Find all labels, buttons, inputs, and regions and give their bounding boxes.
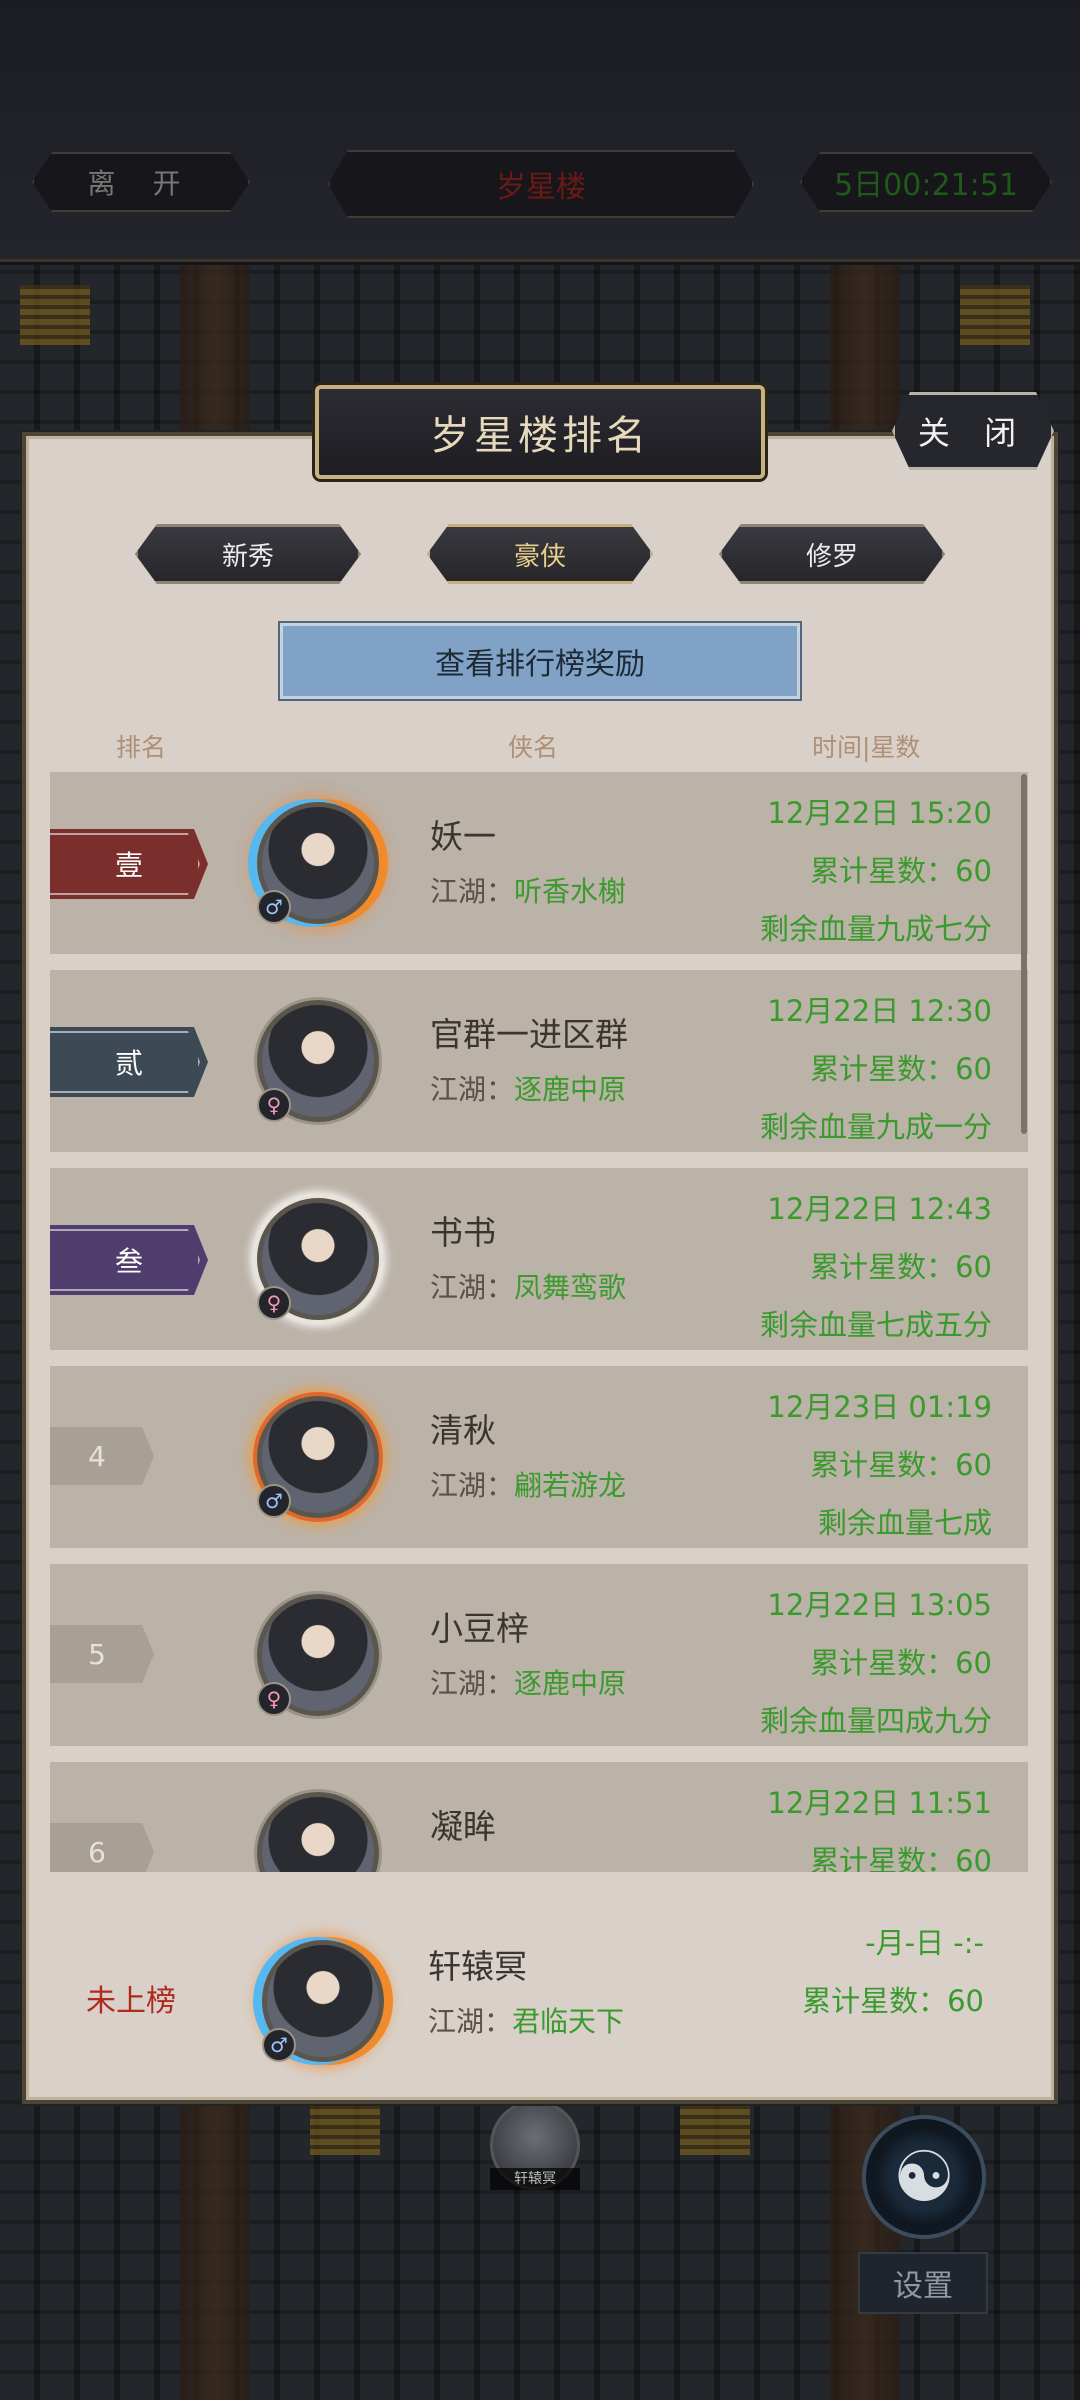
unranked-label: 未上榜 <box>86 1984 176 2019</box>
female-icon: ♀ <box>257 1088 291 1122</box>
list-scrollbar[interactable] <box>1021 774 1027 1134</box>
finish-time: 12月22日 13:05 <box>767 1588 992 1622</box>
remaining-hp: 剩余血量四成九分 <box>759 1704 992 1738</box>
leave-button[interactable]: 离 开 <box>32 152 250 212</box>
scene-window <box>310 2095 380 2155</box>
remaining-hp: 剩余血量九成一分 <box>759 1110 992 1144</box>
column-header-rank: 排名 <box>116 733 167 762</box>
finish-time: 12月23日 01:19 <box>767 1390 992 1424</box>
ranking-row[interactable]: 贰 ♀ 官群一进区群 江湖：逐鹿中原 12月22日 12:30 累计星数：60 … <box>50 970 1028 1152</box>
total-stars: 累计星数：60 <box>810 1052 992 1086</box>
finish-time: 12月22日 12:43 <box>767 1192 992 1226</box>
guild-name: 逐鹿中原 <box>514 1667 627 1700</box>
guild-name: 翩若游龙 <box>514 1469 627 1502</box>
guild-info: 江湖：翩若游龙 <box>430 1464 626 1504</box>
guild-info: 江湖：逐鹿中原 <box>430 1662 626 1702</box>
close-button[interactable]: 关 闭 <box>892 392 1054 470</box>
scene-window <box>20 285 90 345</box>
ranking-row[interactable]: 5 ♀ 小豆梓 江湖：逐鹿中原 12月22日 13:05 累计星数：60 剩余血… <box>50 1564 1028 1746</box>
ranking-row[interactable]: 叁 ♀ 书书 江湖：凤舞鸾歌 12月22日 12:43 累计星数：60 剩余血量… <box>50 1168 1028 1350</box>
player-name: 官群一进区群 <box>430 1015 628 1054</box>
ranking-row[interactable]: 4 ♂ 清秋 江湖：翩若游龙 12月23日 01:19 累计星数：60 剩余血量… <box>50 1366 1028 1548</box>
guild-info: 江湖：逐鹿中原 <box>430 1068 626 1108</box>
guild-info: 江湖：君临天下 <box>428 2000 624 2040</box>
location-title: 岁星楼 <box>328 150 754 218</box>
player-name: 凝眸 <box>430 1807 496 1846</box>
scene-window <box>960 285 1030 345</box>
guild-name: 听香水榭 <box>514 875 627 908</box>
finish-time: 12月22日 15:20 <box>767 796 992 830</box>
finish-time: 12月22日 12:30 <box>767 994 992 1028</box>
time-stars-info: 12月22日 11:51 累计星数：60 <box>767 1774 992 1872</box>
guild-prefix: 江湖： <box>430 875 515 908</box>
ranking-row[interactable]: 6 ♂ 凝眸 12月22日 11:51 累计星数：60 <box>50 1762 1028 1872</box>
player-avatar[interactable] <box>257 1792 379 1872</box>
player-name: 清秋 <box>430 1411 496 1450</box>
self-ranking-row: 未上榜 ♂ 轩辕冥 江湖：君临天下 -月-日 -:- 累计星数：60 <box>32 1888 1044 2088</box>
column-header-name: 侠名 <box>508 733 559 762</box>
rank-number: 5 <box>50 1625 154 1683</box>
time-stars-info: -月-日 -:- 累计星数：60 <box>802 1914 984 2030</box>
male-icon: ♂ <box>262 2028 296 2062</box>
male-icon: ♂ <box>257 890 291 924</box>
finish-time: 12月22日 11:51 <box>767 1786 992 1820</box>
guild-prefix: 江湖： <box>428 2005 513 2038</box>
view-rewards-button[interactable]: 查看排行榜奖励 <box>280 623 800 699</box>
rank-number: 4 <box>50 1427 154 1485</box>
total-stars: 累计星数：60 <box>810 1448 992 1482</box>
tab-hero[interactable]: 豪侠 <box>427 524 653 584</box>
total-stars: 累计星数：60 <box>802 1984 984 2018</box>
ranking-list[interactable]: 壹 ♂ 妖一 江湖：听香水榭 12月22日 15:20 累计星数：60 剩余血量… <box>50 772 1030 1872</box>
female-icon: ♀ <box>257 1682 291 1716</box>
settings-button[interactable]: 设置 <box>858 2252 988 2314</box>
guild-name: 君临天下 <box>512 2005 625 2038</box>
guild-info: 江湖：凤舞鸾歌 <box>430 1266 626 1306</box>
guild-name: 逐鹿中原 <box>514 1073 627 1106</box>
time-stars-info: 12月22日 15:20 累计星数：60 剩余血量九成七分 <box>760 784 992 958</box>
tab-asura[interactable]: 修罗 <box>719 524 945 584</box>
rank-number: 6 <box>50 1823 154 1872</box>
remaining-hp: 剩余血量九成七分 <box>759 912 992 946</box>
player-name: 小豆梓 <box>430 1609 529 1648</box>
remaining-hp: 剩余血量七成 <box>817 1506 992 1540</box>
time-stars-info: 12月22日 12:30 累计星数：60 剩余血量九成一分 <box>760 982 992 1156</box>
guild-prefix: 江湖： <box>430 1271 515 1304</box>
ranking-row[interactable]: 壹 ♂ 妖一 江湖：听香水榭 12月22日 15:20 累计星数：60 剩余血量… <box>50 772 1028 954</box>
male-icon: ♂ <box>257 1484 291 1518</box>
total-stars: 累计星数：60 <box>810 1844 992 1872</box>
player-name: 书书 <box>430 1213 496 1252</box>
guild-prefix: 江湖： <box>430 1469 515 1502</box>
column-header-time: 时间|星数 <box>812 733 921 762</box>
finish-time: -月-日 -:- <box>865 1926 984 1960</box>
time-stars-info: 12月22日 12:43 累计星数：60 剩余血量七成五分 <box>760 1180 992 1354</box>
rank-badge: 叁 <box>50 1225 208 1295</box>
female-icon: ♀ <box>257 1286 291 1320</box>
tab-newcomer[interactable]: 新秀 <box>135 524 361 584</box>
time-stars-info: 12月23日 01:19 累计星数：60 剩余血量七成 <box>767 1378 992 1552</box>
countdown-timer: 5日00:21:51 <box>800 152 1052 212</box>
guild-info: 江湖：听香水榭 <box>430 870 626 910</box>
guild-prefix: 江湖： <box>430 1667 515 1700</box>
top-bar: 离 开 岁星楼 5日00:21:51 <box>0 0 1080 262</box>
rank-badge: 贰 <box>50 1027 208 1097</box>
guild-prefix: 江湖： <box>430 1073 515 1106</box>
yin-yang-icon[interactable]: ☯ <box>862 2115 986 2239</box>
player-avatar-label: 轩辕冥 <box>490 2168 580 2190</box>
player-name: 妖一 <box>430 817 496 856</box>
panel-title: 岁星楼排名 <box>315 385 765 479</box>
self-name: 轩辕冥 <box>428 1947 527 1986</box>
total-stars: 累计星数：60 <box>810 854 992 888</box>
total-stars: 累计星数：60 <box>810 1646 992 1680</box>
remaining-hp: 剩余血量七成五分 <box>759 1308 992 1342</box>
scene-window <box>680 2095 750 2155</box>
time-stars-info: 12月22日 13:05 累计星数：60 剩余血量四成九分 <box>760 1576 992 1750</box>
rank-badge: 壹 <box>50 829 208 899</box>
total-stars: 累计星数：60 <box>810 1250 992 1284</box>
guild-name: 凤舞鸾歌 <box>514 1271 627 1304</box>
